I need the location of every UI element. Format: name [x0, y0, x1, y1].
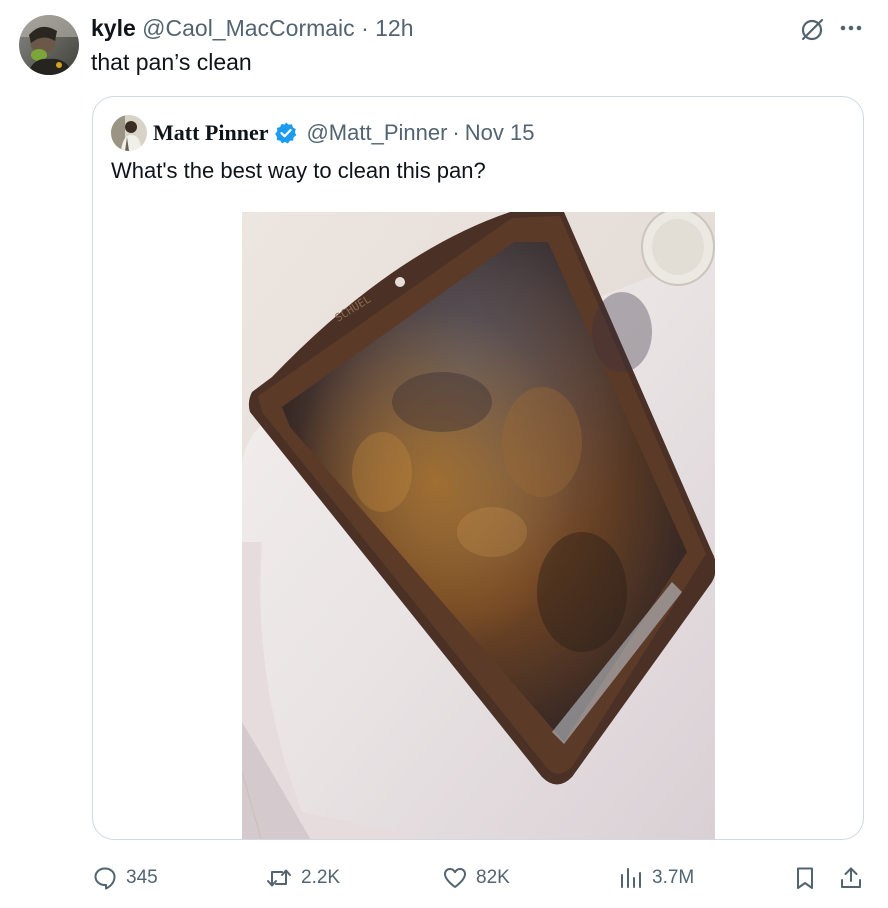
- quoted-author-name[interactable]: Matt Pinner: [153, 119, 268, 147]
- more-dots-icon[interactable]: [836, 16, 866, 40]
- bookmark-button[interactable]: [792, 858, 826, 898]
- pan-photo[interactable]: SCHUEL: [242, 212, 715, 839]
- reply-count: 345: [126, 867, 158, 888]
- views-button[interactable]: 3.7M: [618, 858, 694, 898]
- like-count: 82K: [476, 867, 510, 888]
- tweet-header: kyle @Caol_MacCormaic · 12h: [91, 14, 414, 42]
- bar-chart-icon: [621, 868, 641, 888]
- author-avatar-photo: [19, 15, 79, 75]
- quoted-author-handle[interactable]: @Matt_Pinner: [306, 119, 447, 147]
- quoted-tweet-card[interactable]: Matt Pinner @Matt_Pinner · Nov 15 What's…: [92, 96, 864, 840]
- quoted-avatar-photo: [111, 115, 147, 151]
- quoted-tweet-text: What's the best way to clean this pan?: [111, 158, 486, 183]
- repost-arrows-icon: [267, 869, 291, 887]
- author-name[interactable]: kyle: [91, 15, 136, 41]
- slashed-circle-icon[interactable]: [799, 17, 825, 43]
- header-separator: ·: [361, 15, 369, 41]
- bookmark-icon: [797, 867, 813, 889]
- author-handle[interactable]: @Caol_MacCormaic: [142, 15, 355, 41]
- quoted-header-separator: ·: [452, 120, 460, 145]
- speech-bubble-icon: [94, 867, 116, 890]
- like-button[interactable]: 82K: [442, 858, 510, 898]
- views-count: 3.7M: [652, 867, 695, 888]
- share-button[interactable]: [838, 858, 872, 898]
- tweet-actions: 345 2.2K 82K 3.7M: [0, 858, 888, 898]
- repost-button[interactable]: 2.2K: [265, 858, 340, 898]
- quoted-tweet-header: Matt Pinner @Matt_Pinner · Nov 15: [153, 119, 534, 147]
- author-avatar[interactable]: [19, 15, 79, 75]
- verified-badge-icon: [275, 122, 297, 144]
- tweet-time[interactable]: 12h: [375, 15, 413, 41]
- heart-icon: [444, 868, 466, 888]
- quoted-author-avatar[interactable]: [111, 115, 147, 151]
- quoted-tweet-date[interactable]: Nov 15: [465, 119, 535, 147]
- share-upload-icon: [841, 867, 861, 888]
- reply-button[interactable]: 345: [92, 858, 158, 898]
- tweet-text: that pan’s clean: [91, 49, 252, 75]
- repost-count: 2.2K: [301, 867, 341, 888]
